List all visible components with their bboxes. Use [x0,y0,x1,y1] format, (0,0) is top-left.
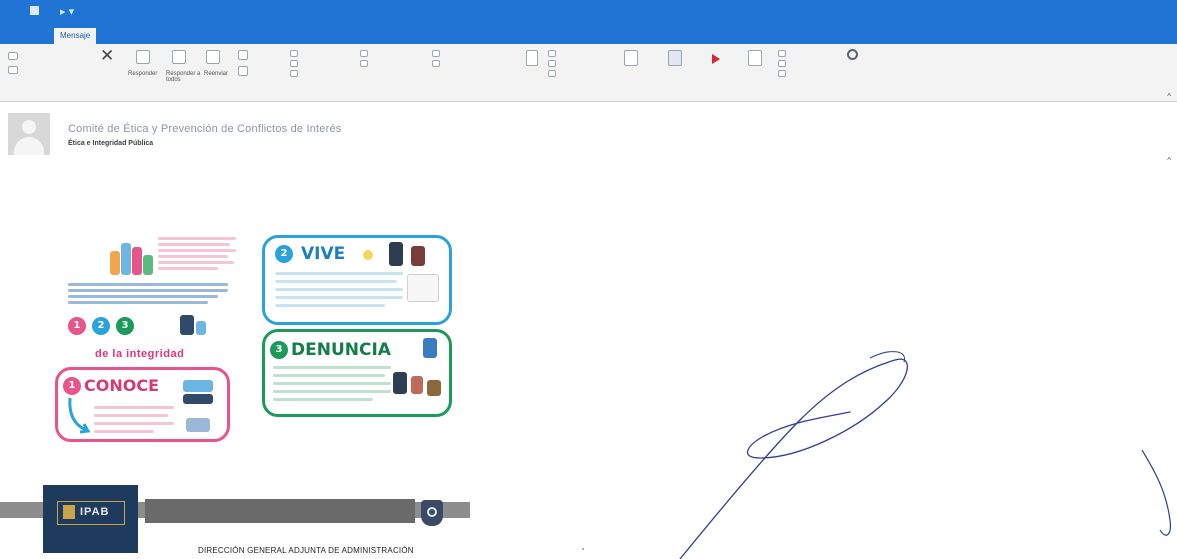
ipab-logo: IPAB [43,485,138,553]
banner-strip-dark [145,499,415,523]
person-illustration [196,321,206,335]
vive-title: VIVE [301,244,346,264]
books-illustration [110,237,154,275]
ignore-icon[interactable] [8,52,18,60]
find-icon[interactable] [778,50,786,57]
quick-step-icon[interactable] [360,60,368,67]
conoce-card: 1 CONOCE [55,367,230,442]
tab-other[interactable] [104,26,116,42]
avatar[interactable] [8,113,50,155]
denuncia-card: 3 DENUNCIA [262,329,452,417]
ribbon: ✕ Responder Responder a todos Reenviar ^ [0,44,1177,102]
junk-icon[interactable] [8,66,18,74]
department-name: DIRECCIÓN GENERAL ADJUNTA DE ADMINISTRAC… [198,546,414,555]
ribbon-tab-row: Mensaje [0,22,1177,44]
person-illustration [411,376,423,394]
ipab-logo-text: IPAB [80,506,110,518]
megaphone-illustration [423,338,437,358]
denuncia-badge-icon: 3 [270,341,288,359]
title-bar: ▸ ▾ [0,0,1177,22]
person-illustration [393,372,407,394]
zoom-icon[interactable] [847,49,858,60]
avatar-head [22,120,36,134]
books-illustration [183,380,213,392]
avatar-body [14,137,44,155]
quick-step-icon[interactable] [290,60,298,67]
vive-badge-icon: 2 [275,245,293,263]
document-illustration [407,274,439,302]
meeting-icon[interactable] [238,50,248,60]
step-2-badge: 2 [92,317,110,335]
categorize-icon[interactable] [668,50,682,66]
person-illustration [427,380,441,396]
message-header: Comité de Ética y Prevención de Conflict… [0,104,1177,174]
onenote-icon[interactable] [548,60,556,67]
quick-step-icon[interactable] [432,50,440,57]
move-icon[interactable] [526,50,538,66]
outlook-app-icon[interactable] [30,6,39,15]
person-illustration [411,246,425,266]
scan-speck [582,548,584,550]
person-illustration [180,315,194,335]
step-1-badge: 1 [68,317,86,335]
sun-icon [363,250,373,260]
institution-banner: IPAB DIRECCIÓN GENERAL ADJUNTA DE ADMINI… [0,480,470,559]
conoce-title: CONOCE [84,376,160,395]
book-illustration [186,418,210,432]
tab-message[interactable]: Mensaje [54,28,97,44]
delete-icon[interactable]: ✕ [100,46,114,66]
reply-all-icon[interactable] [172,50,186,64]
message-sender[interactable]: Ética e Integridad Pública [68,140,153,147]
actions-icon[interactable] [548,70,556,77]
person-illustration [389,242,403,266]
quick-step-icon[interactable] [290,70,298,77]
follow-up-flag-icon[interactable] [712,54,720,64]
message-subject: Comité de Ética y Prevención de Conflict… [68,123,342,135]
arrow-icon [68,397,91,434]
committee-shield-logo [421,500,443,526]
books-illustration [183,394,213,404]
quick-access-toolbar[interactable]: ▸ ▾ [60,5,74,18]
tab-file[interactable] [8,26,20,42]
reply-all-button[interactable]: Responder a todos [166,71,202,83]
expand-header-icon[interactable]: ^ [1167,156,1171,165]
conoce-badge-icon: 1 [63,377,81,395]
related-icon[interactable] [778,60,786,67]
step-3-badge: 3 [116,317,134,335]
forward-icon[interactable] [206,50,220,64]
signature-image [1141,449,1171,536]
select-icon[interactable] [778,70,786,77]
denuncia-title: DENUNCIA [291,340,391,360]
rules-icon[interactable] [548,50,556,57]
reply-button[interactable]: Responder [128,71,157,77]
collapse-ribbon-icon[interactable]: ^ [1167,92,1171,101]
vive-card: 2 VIVE [262,235,452,325]
more-respond-icon[interactable] [238,66,248,76]
signature-image [679,351,908,559]
mark-unread-icon[interactable] [624,50,638,66]
window-title [520,4,660,18]
integrity-poster-image: 1 2 3 de la integridad 2 VIVE 3 DENUNCIA… [40,225,460,460]
reply-icon[interactable] [136,50,150,64]
integrity-heading: de la integridad [95,348,185,360]
window-controls[interactable] [1087,4,1157,18]
translate-icon[interactable] [748,50,762,66]
quick-step-icon[interactable] [360,50,368,57]
quick-step-icon[interactable] [290,50,298,57]
quick-step-icon[interactable] [432,60,440,67]
forward-button[interactable]: Reenviar [204,71,228,77]
